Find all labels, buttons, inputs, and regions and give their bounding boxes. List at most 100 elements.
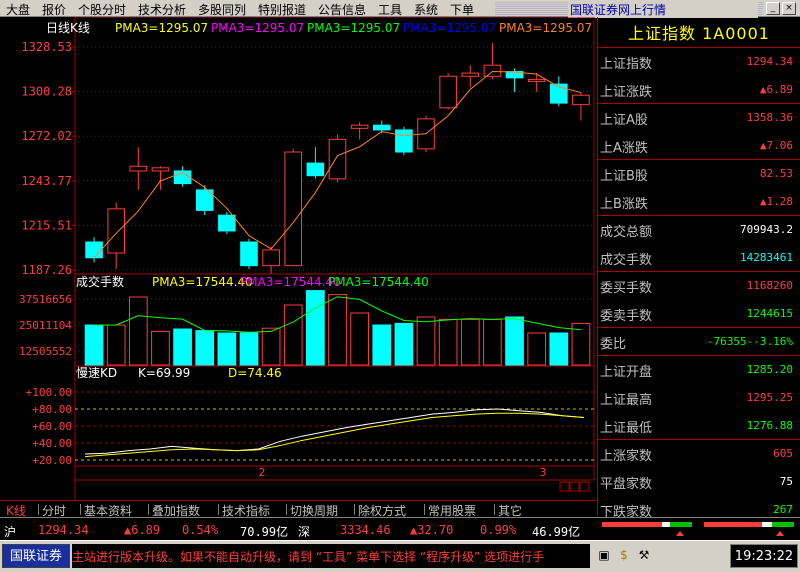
sz-pct: 0.99%: [480, 523, 517, 537]
panel-divider: [598, 327, 799, 328]
candle-body: [218, 214, 236, 232]
volume-bar: [128, 296, 148, 366]
candle-body: [395, 129, 413, 153]
candle-body: [262, 249, 280, 267]
menu-item-tools[interactable]: 工具: [378, 1, 402, 18]
index-ticker: 沪 1294.34 ▲6.89 0.54% 70.99亿 深 3334.46 ▲…: [0, 517, 800, 539]
close-icon[interactable]: ×: [782, 2, 796, 15]
pma-label: PMA3=1295.07: [499, 21, 592, 35]
tab-separator: [148, 504, 149, 515]
scroll-button-icon: [559, 481, 570, 492]
price-tick-label: 1328.53: [21, 40, 72, 54]
panel-row-value: 1295.25: [747, 391, 793, 404]
tab-separator: [424, 504, 425, 515]
tools-icon[interactable]: ⚒: [636, 547, 652, 563]
tab-separator: [218, 504, 219, 515]
panel-row-label: 平盘家数: [600, 477, 653, 492]
volume-bar: [173, 328, 192, 366]
volume-bar: [460, 318, 480, 366]
window-icon[interactable]: ▣: [596, 547, 612, 563]
kd-tick-label: +100.00: [26, 386, 72, 399]
sz-change: ▲32.70: [410, 523, 454, 537]
money-icon[interactable]: $: [616, 547, 632, 563]
panel-value-text: 709943.2: [740, 223, 793, 236]
panel-row-value: ▲6.89: [760, 83, 793, 96]
panel-row-label: 上证开盘: [600, 365, 653, 380]
volume-bar: [527, 332, 547, 366]
panel-row-label: 成交总额: [600, 225, 653, 240]
panel-value-text: 1294.34: [746, 55, 793, 68]
candle-body: [151, 167, 170, 172]
volume-bar: [549, 332, 569, 366]
pma-label: PMA3=1295.07: [403, 21, 496, 35]
quote-panel: 上证指数 1A0001 上证指数 1294.34 上证涨跌 ▲6.89 上证A股 1358…: [597, 17, 800, 520]
candle-body: [350, 124, 369, 129]
volume-bar: [416, 316, 436, 366]
minimize-icon[interactable]: _: [766, 2, 780, 15]
panel-value-text: 1358.36: [746, 111, 793, 124]
panel-row-value: 1276.88: [747, 419, 793, 432]
vol-pma-label: PMA3=17544.40: [152, 275, 253, 289]
panel-value-text: 1.28: [766, 195, 794, 208]
x-axis-label: 2: [259, 466, 266, 479]
panel-value-text: -76355--3.16%: [706, 335, 793, 348]
menu-item-quote[interactable]: 报价: [42, 1, 66, 18]
candle-body: [527, 78, 546, 82]
volume-bar: [217, 332, 237, 366]
panel-row-value: 75: [780, 475, 793, 488]
candle-body: [284, 151, 303, 267]
panel-row: 上证最低 1276.88: [598, 412, 799, 439]
panel-divider: [598, 271, 799, 272]
panel-row-value: 1285.20: [747, 363, 793, 376]
up-arrow-icon: ▲: [759, 195, 767, 208]
menu-item-dapan[interactable]: 大盘: [6, 1, 30, 18]
candle-body: [240, 241, 258, 267]
menu-item-order[interactable]: 下单: [450, 1, 474, 18]
price-tick-label: 1215.51: [21, 218, 72, 232]
panel-value-text: 1168260: [746, 279, 793, 292]
panel-divider: [598, 439, 799, 440]
panel-row-value: ▲7.06: [760, 139, 793, 152]
menu-item-technical[interactable]: 技术分析: [138, 1, 186, 18]
kd-tick-label: +80.00: [32, 403, 72, 416]
breadth-bars: [602, 522, 794, 536]
brand-link[interactable]: 国联证券网上行情: [568, 1, 758, 18]
panel-row-value: 1294.34: [747, 55, 793, 68]
volume-bar: [505, 316, 524, 366]
panel-value-text: 1295.25: [746, 391, 793, 404]
kd-tick-label: +20.00: [32, 454, 72, 467]
menu-item-multi[interactable]: 多股同列: [198, 1, 246, 18]
volume-bar: [350, 312, 369, 366]
pma-label: PMA3=1295.07: [211, 21, 304, 35]
menu-item-special[interactable]: 特别报道: [258, 1, 306, 18]
candle-body: [461, 72, 480, 77]
candle-body: [306, 162, 325, 177]
price-tick-label: 1272.02: [21, 129, 72, 143]
panel-row-value: ▲1.28: [760, 195, 793, 208]
panel-title: 上证指数 1A0001: [598, 17, 800, 48]
panel-row: 上证开盘 1285.20: [598, 356, 799, 383]
scroll-button-icon: [579, 481, 590, 492]
kd-tick-label: +60.00: [32, 420, 72, 433]
tab-separator: [286, 504, 287, 515]
menu-item-notice[interactable]: 公告信息: [318, 1, 366, 18]
panel-row-label: 成交手数: [600, 253, 653, 268]
kline-chart[interactable]: 1328.53 1300.28 1272.02 1243.77 1215.51 1187.…: [0, 17, 596, 501]
kd-d-line: [84, 412, 585, 458]
panel-row: 上证A股 1358.36: [598, 104, 799, 131]
panel-row-label: 上证指数: [600, 57, 653, 72]
menu-item-system[interactable]: 系统: [414, 1, 438, 18]
panel-value-text: 7.06: [766, 139, 794, 152]
panel-row-label: 上证涨跌: [600, 85, 653, 100]
sz-label: 深: [298, 525, 311, 539]
panel-row-label: 上A涨跌: [600, 141, 648, 156]
panel-row-value: -76355--3.16%: [707, 335, 793, 348]
sh-amount: 70.99亿: [240, 525, 289, 539]
scroll-button-icon: [569, 481, 580, 492]
panel-row-label: 上证最低: [600, 421, 653, 436]
panel-row-value: 1244615: [747, 307, 793, 320]
panel-row-value: 1358.36: [747, 111, 793, 124]
menu-item-intraday[interactable]: 个股分时: [78, 1, 126, 18]
panel-divider: [598, 215, 799, 216]
panel-row-label: 上证最高: [600, 393, 653, 408]
